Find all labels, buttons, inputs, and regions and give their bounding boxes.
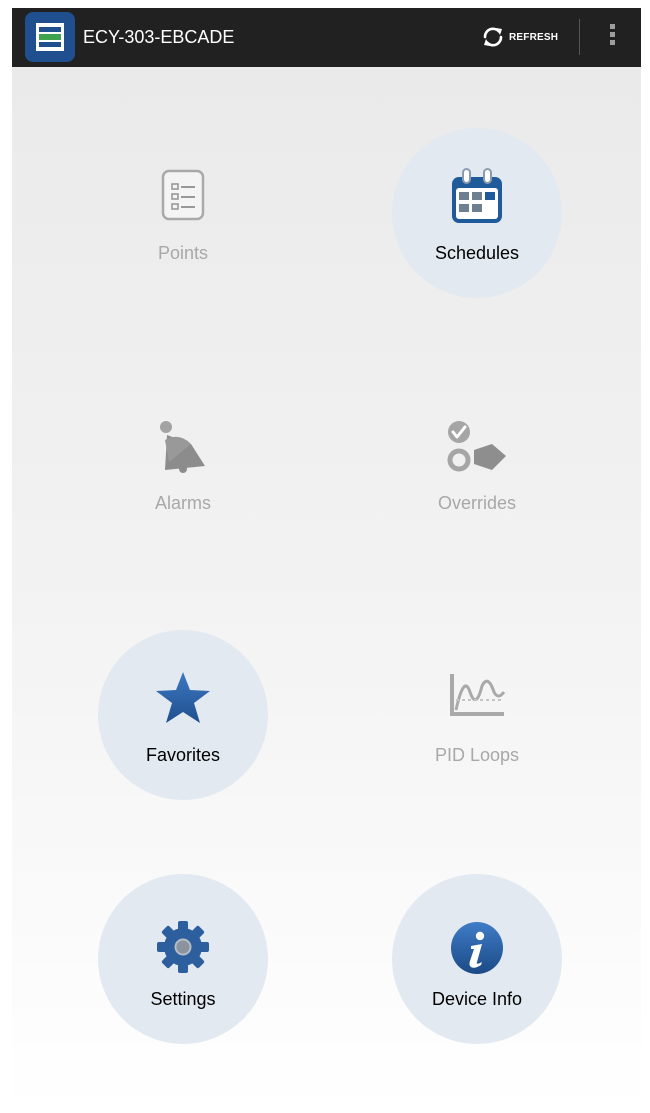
bell-icon [155, 418, 211, 479]
override-hand-icon [444, 418, 510, 479]
star-icon [154, 670, 212, 731]
checklist-icon [160, 168, 206, 227]
tile-pid-loops[interactable]: PID Loops [392, 630, 562, 800]
tile-label: Device Info [431, 989, 523, 1009]
tile-alarms[interactable]: Alarms [98, 378, 268, 548]
app-bar: ECY-303-EBCADE REFRESH [12, 8, 641, 67]
app-screen: ECY-303-EBCADE REFRESH Points Schedules … [12, 8, 641, 1113]
device-title: ECY-303-EBCADE [83, 27, 235, 47]
toolbar-divider [579, 19, 580, 55]
gear-icon [156, 920, 210, 979]
tile-schedules[interactable]: Schedules [392, 128, 562, 298]
tile-points[interactable]: Points [98, 128, 268, 298]
pid-graph-icon [446, 670, 508, 725]
tile-label: Alarms [154, 493, 211, 513]
overflow-menu-button[interactable] [606, 24, 618, 52]
overflow-dot [609, 40, 615, 45]
tile-label: Points [157, 243, 209, 263]
overflow-dot [609, 24, 615, 29]
app-logo-icon[interactable] [25, 12, 75, 62]
tile-device-info[interactable]: Device Info [392, 874, 562, 1044]
tile-label: Favorites [145, 745, 221, 765]
tile-favorites[interactable]: Favorites [98, 630, 268, 800]
tile-label: Overrides [437, 493, 517, 513]
refresh-button[interactable]: REFRESH [480, 22, 558, 52]
tile-label: PID Loops [434, 745, 520, 765]
tile-overrides[interactable]: Overrides [392, 378, 562, 548]
overflow-dot [609, 32, 615, 37]
refresh-label: REFRESH [509, 31, 559, 43]
info-icon [449, 920, 505, 981]
tile-settings[interactable]: Settings [98, 874, 268, 1044]
tile-label: Settings [150, 989, 216, 1009]
tile-label: Schedules [434, 243, 520, 263]
refresh-icon [483, 27, 503, 47]
calendar-icon [449, 168, 505, 231]
